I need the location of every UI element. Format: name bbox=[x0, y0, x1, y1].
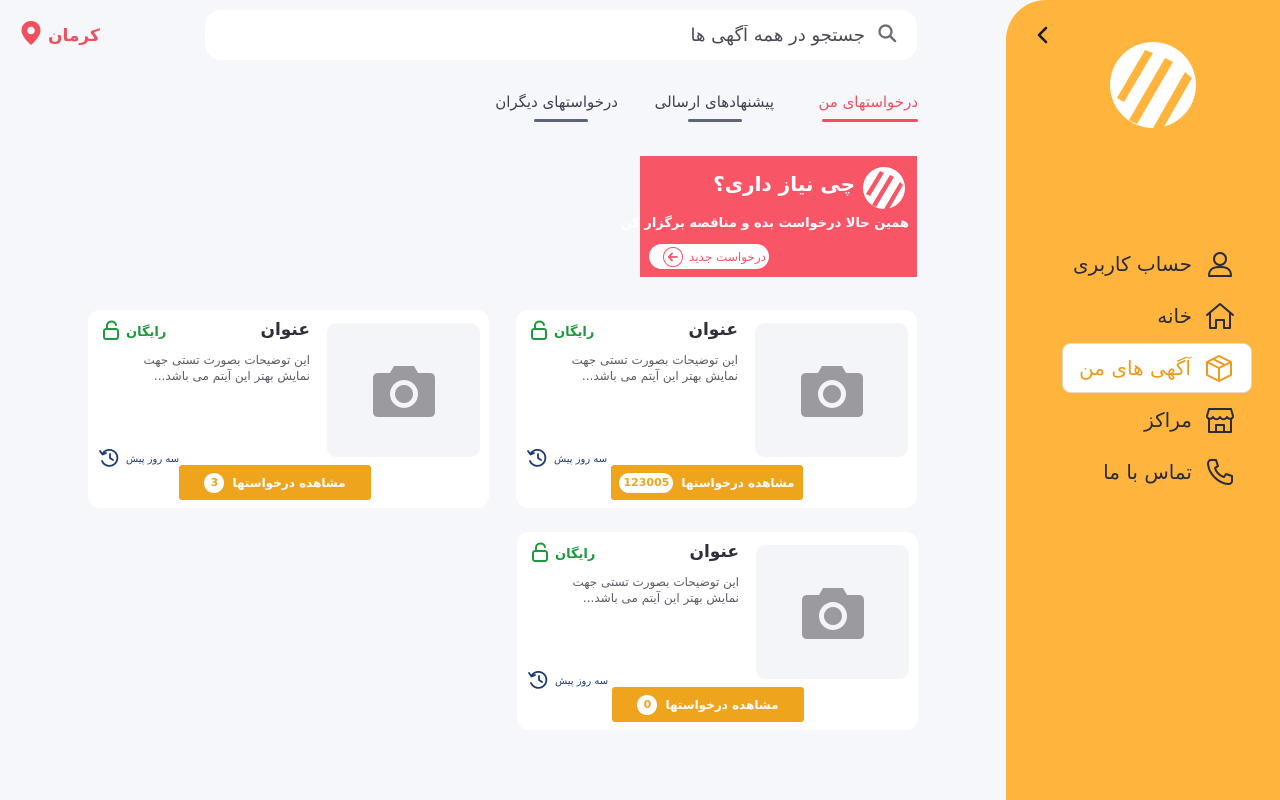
tab-sent-offers[interactable]: پیشنهادهای ارسالی bbox=[654, 93, 774, 122]
phone-icon bbox=[1204, 456, 1236, 488]
banner-subtitle: همین حالا درخواست بده و مناقصه برگزار کن bbox=[620, 216, 909, 231]
card-title: عنوان bbox=[688, 320, 738, 340]
tab-underline bbox=[534, 119, 588, 122]
request-card[interactable]: عنوان رایگان این توضیحات بصورت تستی جهت … bbox=[516, 310, 917, 508]
card-thumbnail bbox=[327, 323, 480, 457]
home-icon bbox=[1204, 300, 1236, 332]
user-icon bbox=[1204, 248, 1236, 280]
unlock-icon bbox=[102, 320, 120, 344]
card-price: رایگان bbox=[531, 542, 595, 566]
request-count-badge: 3 bbox=[204, 472, 225, 493]
sidebar-item-label: حساب کاربری bbox=[1072, 252, 1192, 276]
camera-icon bbox=[372, 366, 435, 417]
history-icon bbox=[526, 448, 548, 471]
view-requests-label: مشاهده درخواستها bbox=[665, 697, 779, 712]
sidebar-item-contact[interactable]: تماس با ما bbox=[1062, 446, 1252, 498]
sidebar: حساب کاربری خانه آگهی های من مراکز تماس … bbox=[1006, 0, 1280, 800]
card-description-line: این توضیحات بصورت تستی جهت bbox=[571, 353, 738, 367]
sidebar-item-label: آگهی های من bbox=[1079, 356, 1191, 380]
sidebar-item-label: خانه bbox=[1157, 304, 1192, 328]
location-city: کرمان bbox=[48, 25, 100, 46]
card-description-line: این توضیحات بصورت تستی جهت bbox=[143, 353, 310, 367]
card-time: سه روز پیش bbox=[98, 448, 179, 471]
view-requests-button[interactable]: مشاهده درخواستها 3 bbox=[179, 465, 371, 500]
card-description-line: نمایش بهتر این آیتم می باشد... bbox=[153, 369, 310, 383]
banner-logo bbox=[862, 166, 906, 211]
card-title: عنوان bbox=[689, 542, 739, 562]
banner-title: چی نیاز داری؟ bbox=[713, 172, 855, 196]
search-input[interactable] bbox=[565, 24, 865, 46]
card-time-label: سه روز پیش bbox=[554, 454, 608, 465]
card-time-label: سه روز پیش bbox=[126, 454, 180, 465]
arrow-left-icon bbox=[662, 246, 683, 267]
store-icon bbox=[1204, 404, 1236, 436]
sidebar-item-home[interactable]: خانه bbox=[1062, 290, 1252, 342]
tab-label: درخواستهای دیگران bbox=[495, 93, 618, 111]
card-thumbnail bbox=[755, 323, 908, 457]
location-selector[interactable]: کرمان bbox=[20, 20, 100, 51]
app-logo bbox=[1109, 40, 1197, 132]
card-description: این توضیحات بصورت تستی جهت نمایش بهتر ای… bbox=[135, 352, 310, 384]
history-icon bbox=[527, 670, 549, 693]
sidebar-item-label: تماس با ما bbox=[1103, 460, 1192, 484]
new-request-label: درخواست جدید bbox=[688, 249, 766, 264]
sidebar-item-account[interactable]: حساب کاربری bbox=[1062, 238, 1252, 290]
card-price: رایگان bbox=[102, 320, 166, 344]
search-icon[interactable] bbox=[877, 23, 897, 47]
tab-label: درخواستهای من bbox=[818, 93, 918, 111]
card-price-label: رایگان bbox=[554, 324, 595, 340]
sidebar-item-label: مراکز bbox=[1144, 408, 1192, 432]
view-requests-button[interactable]: مشاهده درخواستها 123005 bbox=[611, 465, 803, 500]
card-description-line: این توضیحات بصورت تستی جهت bbox=[572, 575, 739, 589]
request-count-badge: 123005 bbox=[619, 472, 674, 493]
tab-others-requests[interactable]: درخواستهای دیگران bbox=[495, 93, 618, 122]
tab-underline bbox=[688, 119, 742, 122]
card-description: این توضیحات بصورت تستی جهت نمایش بهتر ای… bbox=[564, 574, 739, 606]
card-price: رایگان bbox=[530, 320, 594, 344]
view-requests-button[interactable]: مشاهده درخواستها 0 bbox=[612, 687, 804, 722]
promo-banner: چی نیاز داری؟ همین حالا درخواست بده و من… bbox=[621, 156, 917, 277]
card-description-line: نمایش بهتر این آیتم می باشد... bbox=[581, 369, 738, 383]
card-price-label: رایگان bbox=[126, 324, 167, 340]
card-title: عنوان bbox=[260, 320, 310, 340]
sidebar-item-centers[interactable]: مراکز bbox=[1062, 394, 1252, 446]
view-requests-label: مشاهده درخواستها bbox=[681, 475, 795, 490]
location-pin-icon bbox=[20, 20, 42, 51]
view-requests-label: مشاهده درخواستها bbox=[232, 475, 346, 490]
camera-icon bbox=[801, 588, 864, 639]
card-description-line: نمایش بهتر این آیتم می باشد... bbox=[582, 591, 739, 605]
box-icon bbox=[1203, 352, 1235, 384]
card-time: سه روز پیش bbox=[527, 670, 608, 693]
unlock-icon bbox=[530, 320, 548, 344]
request-card[interactable]: عنوان رایگان این توضیحات بصورت تستی جهت … bbox=[517, 532, 918, 730]
card-thumbnail bbox=[756, 545, 909, 679]
camera-icon bbox=[800, 366, 863, 417]
new-request-button[interactable]: درخواست جدید bbox=[649, 244, 769, 269]
sidebar-nav: حساب کاربری خانه آگهی های من مراکز تماس … bbox=[1062, 238, 1252, 498]
sidebar-item-my-ads[interactable]: آگهی های من bbox=[1062, 343, 1252, 393]
request-card[interactable]: عنوان رایگان این توضیحات بصورت تستی جهت … bbox=[88, 310, 489, 508]
search-bar bbox=[205, 10, 917, 60]
history-icon bbox=[98, 448, 120, 471]
card-time: سه روز پیش bbox=[526, 448, 607, 471]
chevron-left-icon bbox=[1037, 26, 1048, 44]
tab-underline bbox=[822, 119, 918, 122]
tab-bar: درخواستهای من پیشنهادهای ارسالی درخواسته… bbox=[495, 93, 918, 129]
unlock-icon bbox=[531, 542, 549, 566]
collapse-sidebar-button[interactable] bbox=[1032, 22, 1054, 48]
tab-my-requests[interactable]: درخواستهای من bbox=[818, 93, 918, 122]
tab-label: پیشنهادهای ارسالی bbox=[654, 93, 774, 111]
card-description: این توضیحات بصورت تستی جهت نمایش بهتر ای… bbox=[563, 352, 738, 384]
request-count-badge: 0 bbox=[637, 694, 658, 715]
card-time-label: سه روز پیش bbox=[555, 676, 609, 687]
card-price-label: رایگان bbox=[555, 546, 596, 562]
